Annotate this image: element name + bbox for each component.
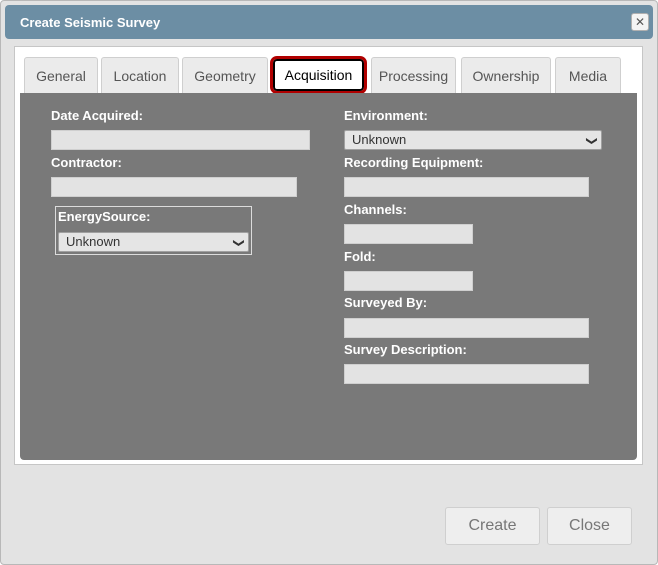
energy-source-select[interactable]: Unknown ❯ [58, 232, 249, 252]
dialog-content: General Location Geometry Acquisition Pr… [14, 46, 643, 465]
energy-source-value: Unknown [66, 234, 121, 249]
contractor-label: Contractor: [51, 155, 122, 170]
tab-processing[interactable]: Processing [371, 57, 456, 93]
dialog-titlebar[interactable]: Create Seismic Survey ✕ [5, 5, 653, 39]
tab-acquisition[interactable]: Acquisition [270, 56, 367, 94]
close-button[interactable]: Close [547, 507, 632, 545]
channels-field[interactable] [344, 224, 473, 244]
environment-value: Unknown [352, 132, 407, 147]
environment-select[interactable]: Unknown ❯ [344, 130, 602, 150]
energy-source-group: EnergySource: Unknown ❯ [55, 206, 252, 255]
recording-equipment-field[interactable] [344, 177, 589, 197]
surveyed-by-field[interactable] [344, 318, 589, 338]
create-seismic-survey-dialog: Create Seismic Survey ✕ General Location… [0, 0, 658, 565]
dialog-title: Create Seismic Survey [20, 15, 161, 30]
chevron-down-icon: ❯ [232, 238, 245, 248]
tab-media[interactable]: Media [555, 57, 621, 93]
close-icon[interactable]: ✕ [631, 13, 649, 31]
tab-location[interactable]: Location [101, 57, 179, 93]
fold-label: Fold: [344, 249, 376, 264]
date-acquired-field[interactable] [51, 130, 310, 150]
energy-source-label: EnergySource: [58, 209, 151, 224]
acquisition-panel: Date Acquired: Contractor: EnergySource:… [20, 93, 637, 460]
surveyed-by-label: Surveyed By: [344, 295, 428, 310]
survey-description-label: Survey Description: [344, 342, 467, 357]
tab-bar: General Location Geometry Acquisition Pr… [24, 56, 634, 94]
tab-general[interactable]: General [24, 57, 98, 93]
fold-field[interactable] [344, 271, 473, 291]
recording-equipment-label: Recording Equipment: [344, 155, 484, 170]
tab-ownership[interactable]: Ownership [461, 57, 551, 93]
contractor-field[interactable] [51, 177, 297, 197]
survey-description-field[interactable] [344, 364, 589, 384]
create-button[interactable]: Create [445, 507, 540, 545]
environment-label: Environment: [344, 108, 428, 123]
date-acquired-label: Date Acquired: [51, 108, 143, 123]
tab-geometry[interactable]: Geometry [182, 57, 268, 93]
channels-label: Channels: [344, 202, 407, 217]
chevron-down-icon: ❯ [585, 136, 598, 146]
